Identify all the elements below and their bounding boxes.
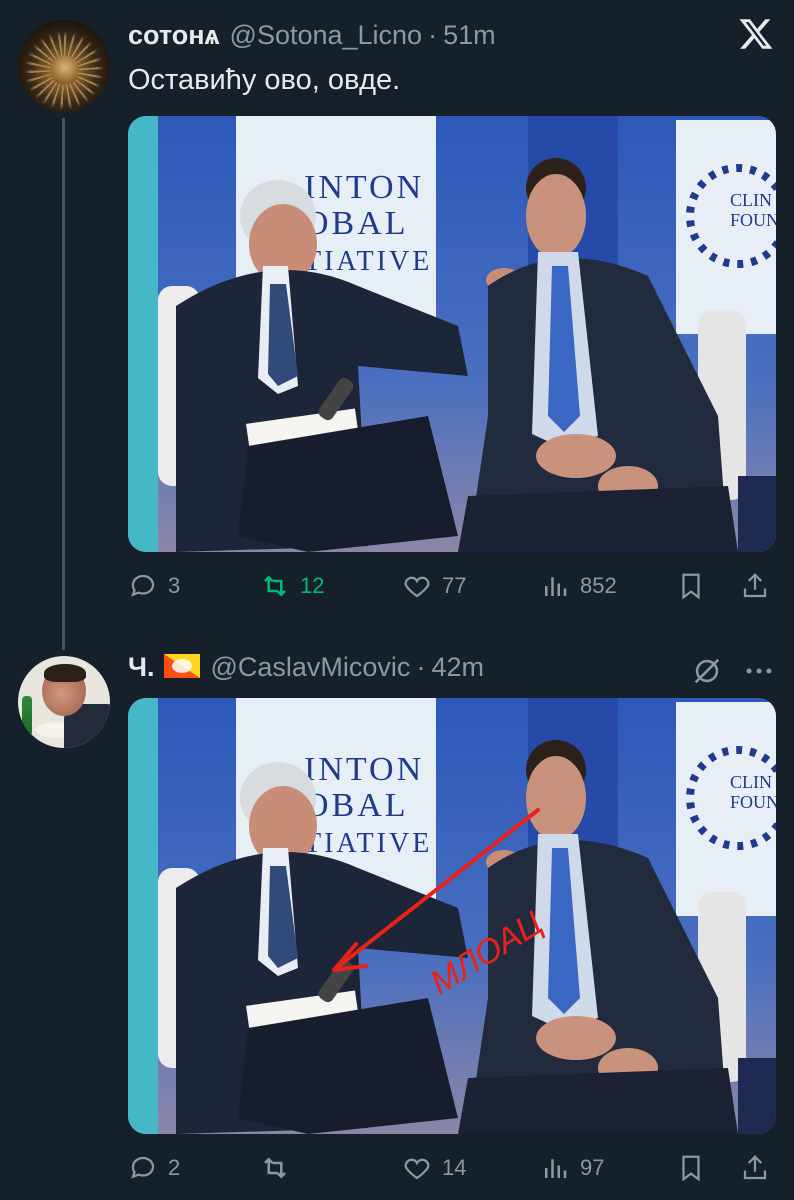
backdrop-word: CLIN <box>730 772 772 792</box>
reply-icon <box>131 1156 155 1179</box>
separator-dot: · <box>416 652 426 682</box>
timestamp[interactable]: 42m <box>431 652 484 683</box>
like-button[interactable]: 14 <box>402 1153 466 1183</box>
backdrop-word: INTON <box>304 751 424 788</box>
backdrop-word: TIATIVE <box>304 828 432 859</box>
share-button[interactable] <box>740 1153 770 1183</box>
backdrop-word: OBAL <box>304 787 409 824</box>
bookmark-icon <box>682 1155 700 1182</box>
views-button[interactable]: 97 <box>540 1153 604 1183</box>
views-icon <box>545 1159 567 1178</box>
display-name[interactable]: Ч. <box>128 652 154 683</box>
tweet-header: Ч. @CaslavMicovic · 42m <box>128 652 484 683</box>
like-count: 14 <box>442 1155 467 1180</box>
tweet-image[interactable]: INTON OBAL TIATIVE CLIN FOUN <box>128 698 776 1134</box>
user-handle[interactable]: @CaslavMicovic <box>210 652 410 683</box>
heart-icon <box>404 1158 430 1180</box>
reply-button[interactable]: 2 <box>128 1153 180 1183</box>
backdrop-word: FOUN <box>730 792 776 812</box>
share-icon <box>743 1155 767 1180</box>
tweet-reply[interactable]: Ч. @CaslavMicovic · 42m INTON OBAL TIATI… <box>0 0 794 1200</box>
view-count: 97 <box>580 1155 605 1180</box>
mute-icon[interactable] <box>690 654 724 688</box>
photo-clinton-vucic-annotated: INTON OBAL TIATIVE CLIN FOUN МЛОАЦ <box>128 698 776 1134</box>
bookmark-button[interactable] <box>676 1153 706 1183</box>
bhutan-flag-icon <box>164 654 201 678</box>
repost-icon <box>264 1157 286 1179</box>
tweet-actions: 2 14 97 <box>128 1148 776 1188</box>
repost-button[interactable] <box>260 1153 300 1183</box>
reply-count: 2 <box>168 1155 181 1180</box>
more-icon[interactable] <box>742 654 776 688</box>
avatar[interactable] <box>18 656 110 748</box>
